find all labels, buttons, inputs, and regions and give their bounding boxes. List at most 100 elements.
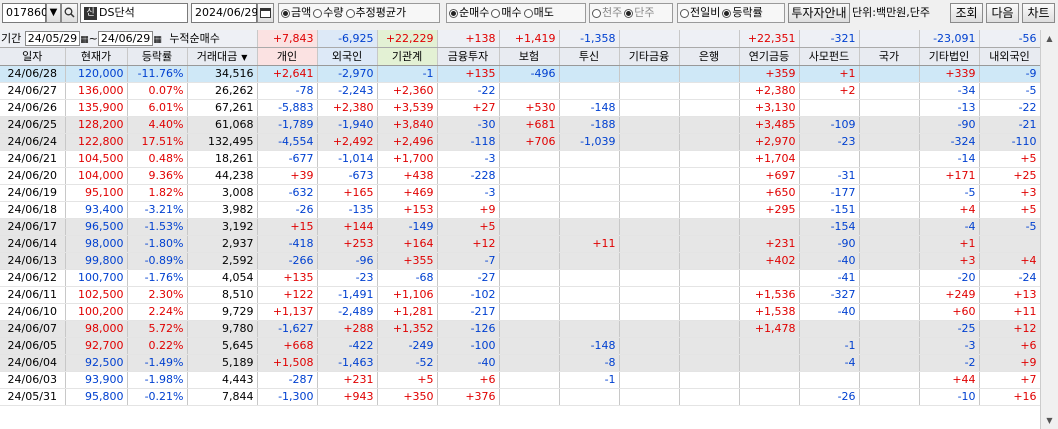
calendar-icon[interactable]: ▦	[80, 35, 89, 45]
table-cell: +943	[317, 388, 378, 406]
table-cell: -3	[437, 150, 500, 168]
query-button[interactable]: 조회	[950, 3, 983, 23]
date-calendar-button[interactable]	[257, 3, 274, 23]
table-row[interactable]: 24/06/12 100,700 -1.76% 4,054 +135 -23 -68 -27 -…	[0, 269, 1040, 287]
vertical-scrollbar[interactable]: ▲ ▼	[1040, 30, 1058, 429]
table-cell	[619, 388, 680, 406]
column-header[interactable]: 내외국인	[979, 47, 1040, 66]
investor-guide-button[interactable]: 투자자안내	[788, 3, 850, 23]
stock-name: DS단석	[99, 6, 135, 19]
period-sum-cell: -6,925	[317, 30, 378, 48]
column-header[interactable]: 은행	[679, 47, 740, 66]
search-icon	[64, 7, 75, 18]
period-from-input[interactable]: 24/05/29	[24, 31, 81, 46]
change-radio-0[interactable]: 전일비	[680, 4, 720, 22]
table-cell: +135	[437, 65, 500, 83]
table-cell	[679, 354, 740, 372]
table-cell: +25	[979, 167, 1040, 185]
date-input[interactable]: 2024/06/29	[191, 3, 258, 23]
table-cell	[679, 286, 740, 304]
column-header[interactable]: 등락률	[127, 47, 188, 66]
table-cell: +6	[437, 371, 500, 389]
table-row[interactable]: 24/06/11 102,500 2.30% 8,510 +122 -1,491 +1,10…	[0, 286, 1040, 304]
table-row[interactable]: 24/06/13 99,800 -0.89% 2,592 -266 -96 +355 -7 +4…	[0, 252, 1040, 270]
unit-radio-1[interactable]: 단주	[624, 4, 655, 22]
table-cell: +350	[377, 388, 438, 406]
next-button[interactable]: 다음	[986, 3, 1019, 23]
table-row[interactable]: 24/06/26 135,900 6.01% 67,261 -5,883 +2,380 +3…	[0, 99, 1040, 117]
table-cell: -154	[799, 218, 860, 236]
amount-radio-1[interactable]: 수량	[313, 4, 344, 22]
table-row[interactable]: 24/06/18 93,400 -3.21% 3,982 -26 -135 +153 +9 +2…	[0, 201, 1040, 219]
column-header[interactable]: 금융투자	[437, 47, 500, 66]
column-header[interactable]: 연기금등	[739, 47, 800, 66]
table-cell: 135,900	[65, 99, 128, 117]
column-header-label: 기관계	[391, 50, 423, 63]
table-cell: +171	[919, 167, 980, 185]
table-cell: +5	[437, 218, 500, 236]
table-row[interactable]: 24/06/25 128,200 4.40% 61,068 -1,789 -1,940 +3…	[0, 116, 1040, 134]
trade-radio-1[interactable]: 매수	[491, 4, 522, 22]
amount-radio-0[interactable]: 금액	[281, 4, 311, 22]
table-row[interactable]: 24/06/19 95,100 1.82% 3,008 -632 +165 +469 -3 +6…	[0, 184, 1040, 202]
column-header[interactable]: 기타금융	[619, 47, 680, 66]
chart-button[interactable]: 차트	[1022, 3, 1055, 23]
unit-radio-0[interactable]: 천주	[592, 4, 622, 22]
radio-dot-icon	[523, 8, 533, 18]
table-row[interactable]: 24/06/21 104,500 0.48% 18,261 -677 -1,014 +1,7…	[0, 150, 1040, 168]
sort-down-icon[interactable]: ▼	[241, 53, 247, 62]
table-cell	[619, 99, 680, 117]
column-header[interactable]: 기관계	[377, 47, 438, 66]
table-cell: -249	[377, 337, 438, 355]
table-row[interactable]: 24/06/05 92,700 0.22% 5,645 +668 -422 -249 -100…	[0, 337, 1040, 355]
code-dropdown-button[interactable]: ▼	[46, 3, 61, 23]
scroll-down-icon[interactable]: ▼	[1041, 412, 1058, 429]
column-header[interactable]: 국가	[859, 47, 920, 66]
table-cell: -25	[919, 320, 980, 338]
table-cell: -30	[437, 116, 500, 134]
table-cell	[619, 167, 680, 185]
table-row[interactable]: 24/06/20 104,000 9.36% 44,238 +39 -673 +438 -22…	[0, 167, 1040, 185]
calendar-icon[interactable]: ▦	[153, 35, 162, 45]
column-header[interactable]: 기타법인	[919, 47, 980, 66]
table-row[interactable]: 24/06/28 120,000 -11.76% 34,516 +2,641 -2,970…	[0, 65, 1040, 83]
trade-radio-2[interactable]: 매도	[523, 4, 554, 22]
table-row[interactable]: 24/05/31 95,800 -0.21% 7,844 -1,300 +943 +350 +…	[0, 388, 1040, 406]
table-cell	[679, 201, 740, 219]
table-cell	[679, 303, 740, 321]
table-row[interactable]: 24/06/04 92,500 -1.49% 5,189 +1,508 -1,463 -52…	[0, 354, 1040, 372]
column-header[interactable]: 보험	[499, 47, 560, 66]
trade-radio-0[interactable]: 순매수	[449, 4, 489, 22]
column-header[interactable]: 투신	[559, 47, 620, 66]
column-header[interactable]: 사모펀드	[799, 47, 860, 66]
column-header[interactable]: 일자	[0, 47, 66, 66]
column-header[interactable]: 개인	[257, 47, 318, 66]
table-cell	[679, 269, 740, 287]
table-row[interactable]: 24/06/24 122,800 17.51% 132,495 -4,554 +2,492…	[0, 133, 1040, 151]
column-header[interactable]: 현재가	[65, 47, 128, 66]
table-row[interactable]: 24/06/27 136,000 0.07% 26,262 -78 -2,243 +2,36…	[0, 82, 1040, 100]
table-cell: 102,500	[65, 286, 128, 304]
table-row[interactable]: 24/06/07 98,000 5.72% 9,780 -1,627 +288 +1,352…	[0, 320, 1040, 338]
table-cell: -327	[799, 286, 860, 304]
change-radio-1[interactable]: 등락률	[722, 4, 763, 22]
stock-name-field[interactable]: 신 DS단석	[80, 3, 188, 23]
amount-radio-2[interactable]: 추정평균가	[345, 4, 406, 22]
period-to-input[interactable]: 24/06/29	[97, 31, 154, 46]
search-button[interactable]	[61, 3, 78, 23]
column-header[interactable]: 외국인	[317, 47, 378, 66]
stock-code-input[interactable]: 017860	[2, 3, 48, 23]
period-sum-cell: -56	[979, 30, 1040, 48]
table-row[interactable]: 24/06/17 96,500 -1.53% 3,192 +15 +144 -149 +5 -1…	[0, 218, 1040, 236]
scroll-up-icon[interactable]: ▲	[1041, 30, 1058, 47]
period-label: 기간	[1, 32, 22, 46]
table-cell: +16	[979, 388, 1040, 406]
table-cell: -4,554	[257, 133, 318, 151]
table-cell: 24/06/07	[0, 320, 66, 338]
column-header-label: 사모펀드	[808, 50, 850, 63]
table-row[interactable]: 24/06/10 100,200 2.24% 9,729 +1,137 -2,489 +1,…	[0, 303, 1040, 321]
table-row[interactable]: 24/06/14 98,000 -1.80% 2,937 -418 +253 +164 +12…	[0, 235, 1040, 253]
table-cell: 96,500	[65, 218, 128, 236]
column-header[interactable]: 거래대금 ▼	[187, 47, 258, 66]
table-row[interactable]: 24/06/03 93,900 -1.98% 4,443 -287 +231 +5 +6 -1 +…	[0, 371, 1040, 389]
